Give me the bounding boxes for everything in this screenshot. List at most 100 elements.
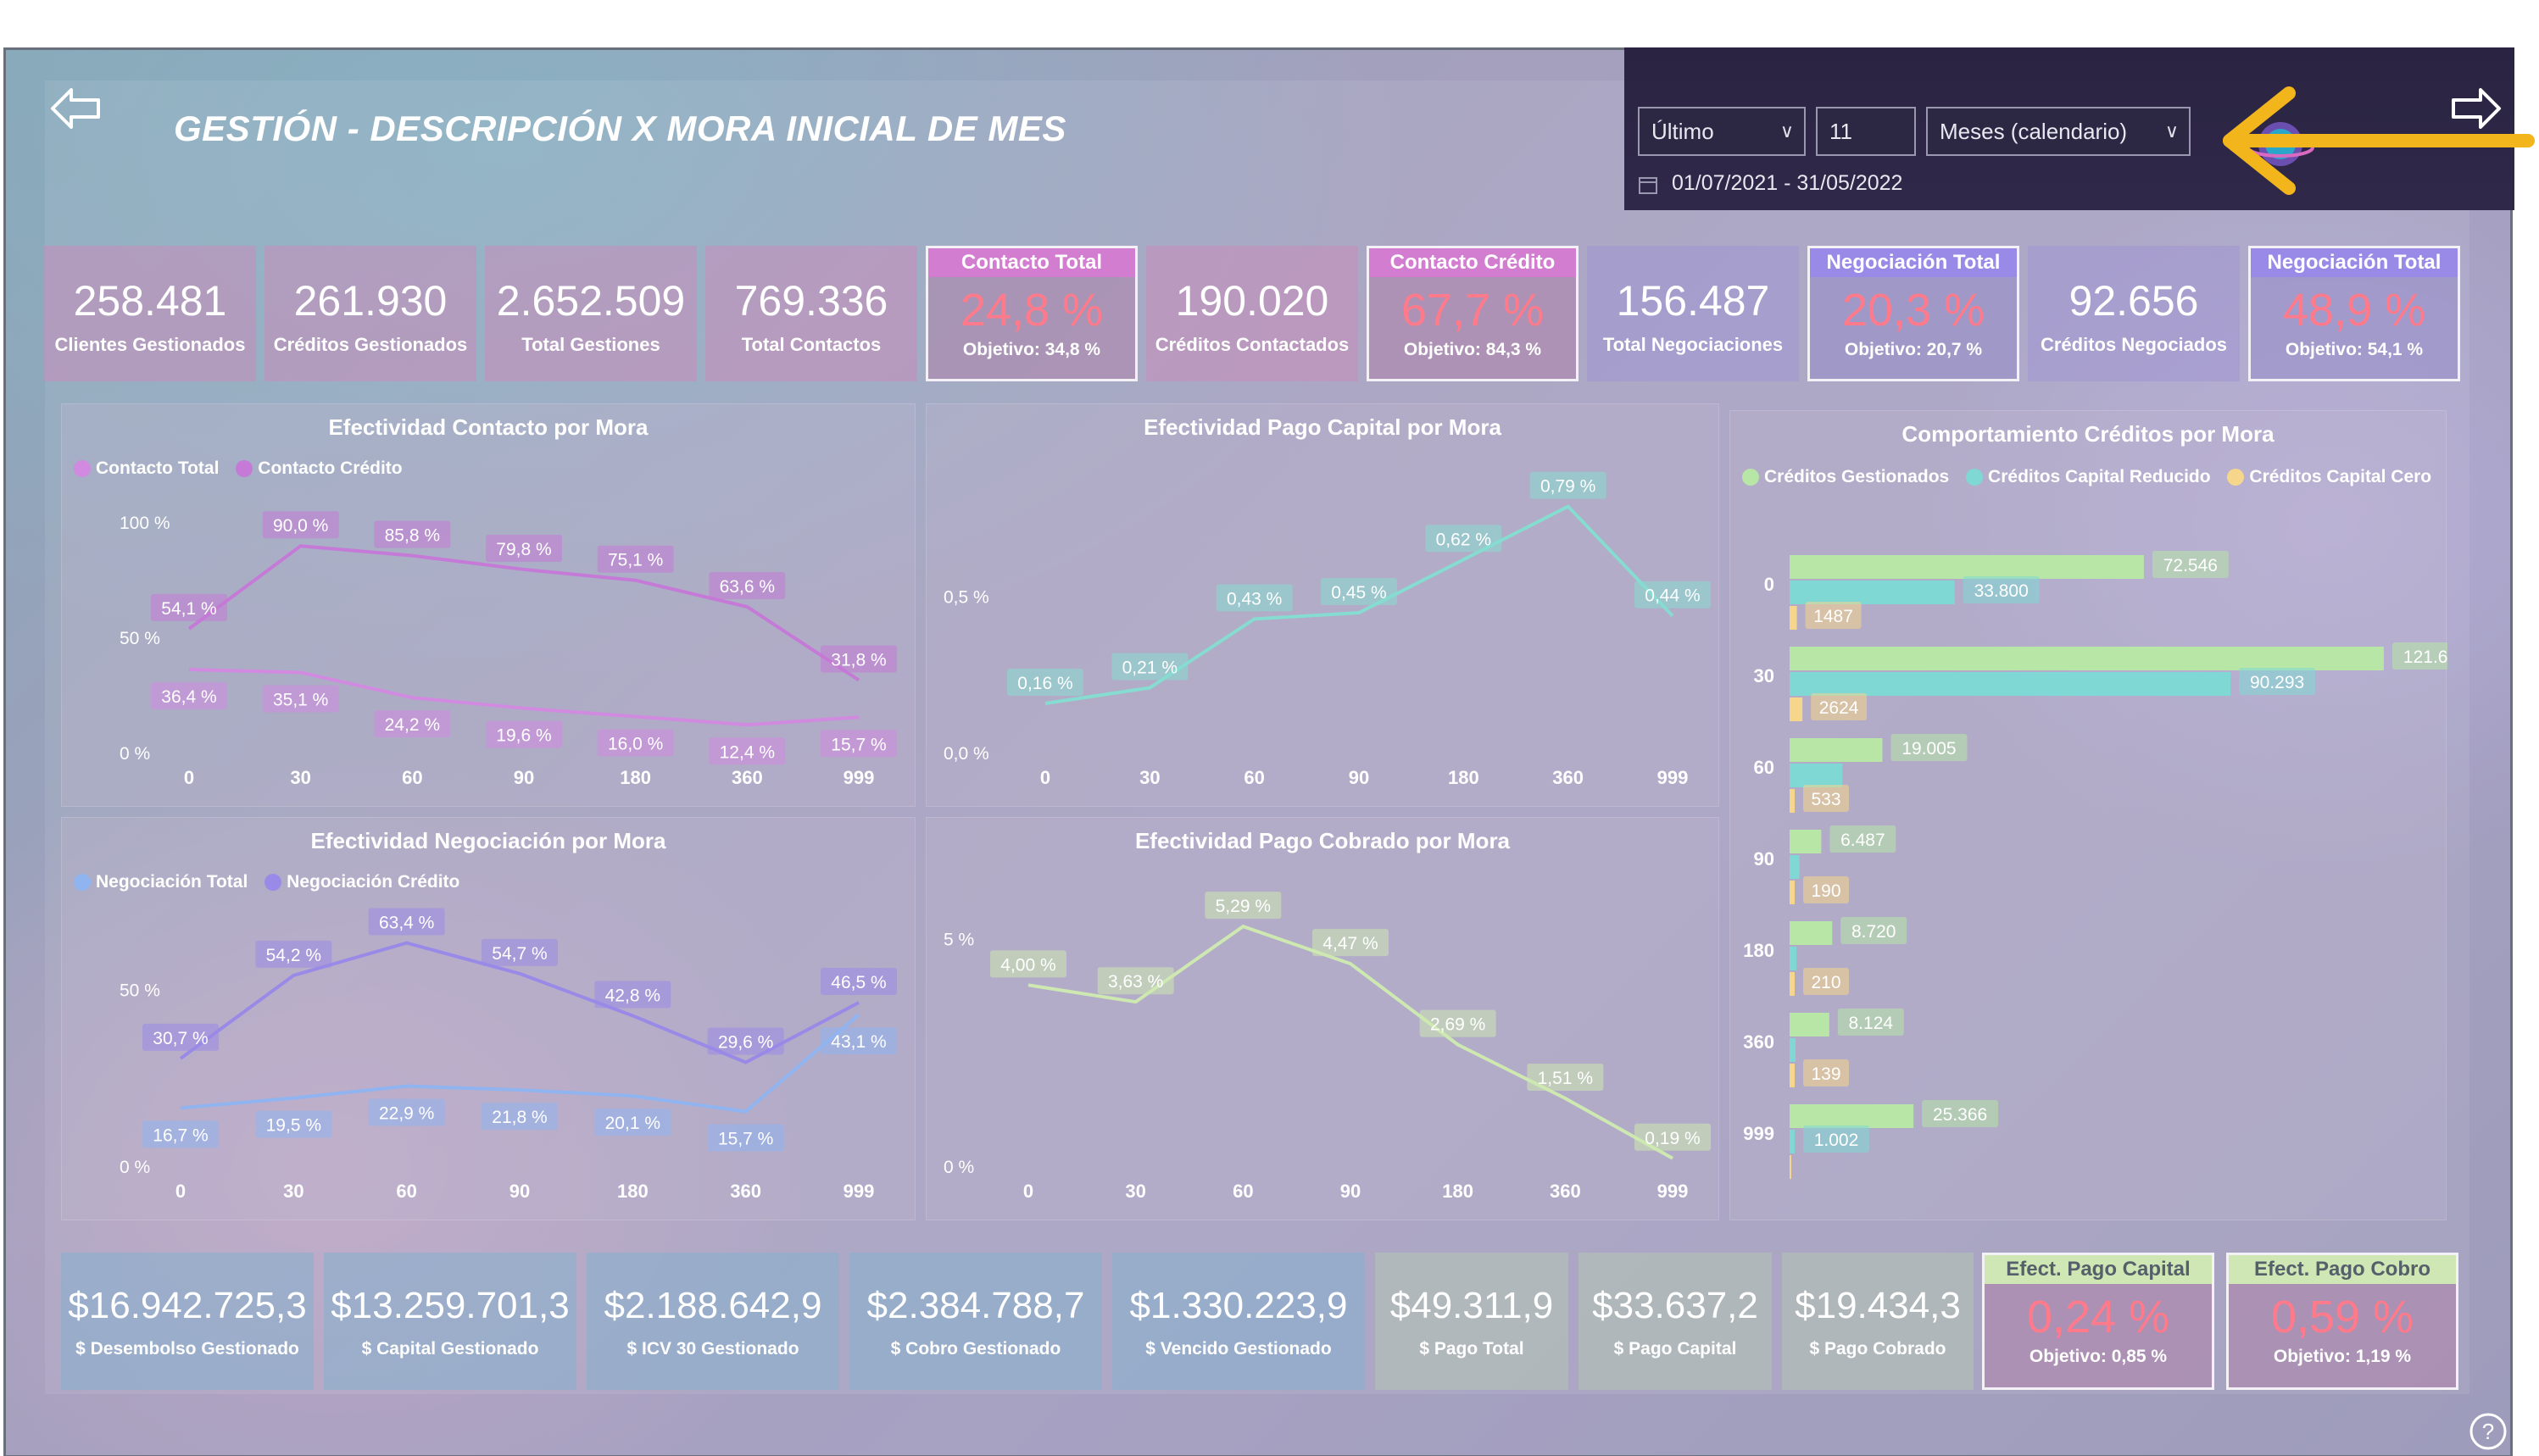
data-label: 24,2 % bbox=[385, 715, 440, 735]
kpi-contacto-credito-objective: Contacto Crédito 67,7 % Objetivo: 84,3 % bbox=[1367, 246, 1579, 381]
data-label: 0,21 % bbox=[1122, 659, 1178, 678]
data-label: 0,62 % bbox=[1436, 530, 1491, 549]
x-tick-label: 360 bbox=[1552, 767, 1584, 788]
period-count-input[interactable]: 11 bbox=[1816, 107, 1916, 156]
kpi-objective: Objetivo: 1,19 % bbox=[2273, 1347, 2412, 1366]
x-tick-label: 60 bbox=[1233, 1181, 1253, 1202]
chart-negociacion-panel: Efectividad Negociación por Mora Negocia… bbox=[61, 817, 916, 1220]
y-tick-label: 0 % bbox=[944, 1158, 974, 1177]
data-label: 1487 bbox=[1813, 607, 1853, 626]
x-tick-label: 180 bbox=[1442, 1181, 1473, 1202]
kpi-value: $16.942.725,3 bbox=[68, 1285, 307, 1326]
data-label: 25.366 bbox=[1933, 1105, 1987, 1125]
data-label: 2624 bbox=[1819, 698, 1859, 718]
data-label: 0,44 % bbox=[1645, 586, 1700, 606]
data-label: 30,7 % bbox=[153, 1029, 208, 1048]
kpi-desembolso-gestionado: $16.942.725,3 $ Desembolso Gestionado bbox=[61, 1253, 314, 1390]
period-unit-dropdown[interactable]: Meses (calendario) ∨ bbox=[1926, 107, 2191, 156]
bar bbox=[1790, 830, 1822, 853]
kpi-value: 156.487 bbox=[1616, 277, 1770, 325]
x-tick-label: 0 bbox=[184, 767, 194, 788]
kpi-value: 2.652.509 bbox=[496, 277, 686, 325]
data-label: 72.546 bbox=[2163, 556, 2218, 575]
y-tick-label: 999 bbox=[1743, 1123, 1774, 1144]
data-label: 36,4 % bbox=[161, 687, 216, 707]
data-label: 33.800 bbox=[1974, 581, 2029, 601]
period-mode-dropdown[interactable]: Último ∨ bbox=[1638, 107, 1806, 156]
data-label: 85,8 % bbox=[385, 526, 440, 546]
back-arrow-icon[interactable] bbox=[49, 85, 102, 132]
data-label: 54,7 % bbox=[492, 944, 547, 964]
y-tick-label: 0 % bbox=[120, 744, 150, 764]
kpi-objective: Objetivo: 34,8 % bbox=[962, 340, 1101, 359]
pago-cobrado-line-chart[interactable]: 5 % 0 % 0 30 60 90 180 360 999 4,00 % 3,63 % 5,29 %… bbox=[927, 818, 1720, 1221]
data-label: 8.124 bbox=[1849, 1014, 1894, 1033]
series-line bbox=[187, 544, 860, 682]
kpi-pago-total: $49.311,9 $ Pago Total bbox=[1375, 1253, 1568, 1390]
data-label: 0,45 % bbox=[1331, 583, 1386, 603]
data-label: 190 bbox=[1811, 881, 1840, 901]
x-tick-label: 30 bbox=[290, 767, 310, 788]
data-label: 29,6 % bbox=[718, 1033, 773, 1053]
bar bbox=[1790, 881, 1795, 904]
data-label: 15,7 % bbox=[831, 735, 886, 754]
data-label: 46,5 % bbox=[831, 973, 886, 992]
x-tick-label: 180 bbox=[617, 1181, 649, 1202]
x-tick-label: 90 bbox=[1349, 767, 1369, 788]
kpi-label: Total Gestiones bbox=[521, 334, 660, 355]
chevron-down-icon: ∨ bbox=[2164, 120, 2179, 142]
kpi-value: 190.020 bbox=[1175, 277, 1329, 325]
data-label: 19,6 % bbox=[496, 726, 551, 746]
data-label: 1,51 % bbox=[1538, 1069, 1593, 1088]
forward-arrow-icon[interactable] bbox=[2450, 85, 2503, 132]
kpi-value: 769.336 bbox=[734, 277, 888, 325]
kpi-header: Contacto Crédito bbox=[1369, 248, 1576, 277]
data-label: 42,8 % bbox=[605, 986, 660, 1005]
kpi-value: $2.384.788,7 bbox=[866, 1285, 1085, 1326]
y-tick-label: 360 bbox=[1743, 1031, 1774, 1053]
bar bbox=[1790, 606, 1797, 630]
x-tick-label: 30 bbox=[1125, 1181, 1145, 1202]
kpi-value: 258.481 bbox=[73, 277, 227, 325]
y-tick-label: 100 % bbox=[120, 514, 170, 533]
bar bbox=[1790, 972, 1795, 996]
data-label: 0,79 % bbox=[1540, 477, 1595, 497]
kpi-value: $19.434,3 bbox=[1795, 1285, 1961, 1326]
kpi-header: Contacto Total bbox=[928, 248, 1135, 277]
x-tick-label: 0 bbox=[1040, 767, 1050, 788]
kpi-cobro-gestionado: $2.384.788,7 $ Cobro Gestionado bbox=[849, 1253, 1102, 1390]
kpi-capital-gestionado: $13.259.701,3 $ Capital Gestionado bbox=[324, 1253, 576, 1390]
kpi-creditos-contactados: 190.020 Créditos Contactados bbox=[1146, 246, 1358, 381]
kpi-header: Efect. Pago Cobro bbox=[2229, 1255, 2456, 1284]
x-tick-label: 360 bbox=[732, 767, 763, 788]
negociacion-line-chart[interactable]: 50 % 0 % 0 30 60 90 180 360 999 16,7 % 19,5 % 22,9 … bbox=[62, 818, 916, 1221]
data-label: 43,1 % bbox=[831, 1032, 886, 1052]
kpi-contacto-total-objective: Contacto Total 24,8 % Objetivo: 34,8 % bbox=[926, 246, 1138, 381]
help-icon[interactable]: ? bbox=[2469, 1412, 2508, 1451]
bar bbox=[1790, 672, 2231, 696]
bar bbox=[1790, 764, 1843, 787]
kpi-negociacion-total-objective: Negociación Total 20,3 % Objetivo: 20,7 … bbox=[1807, 246, 2019, 381]
x-tick-label: 999 bbox=[844, 767, 875, 788]
x-tick-label: 0 bbox=[1023, 1181, 1033, 1202]
y-tick-label: 50 % bbox=[120, 981, 160, 1000]
data-label: 90,0 % bbox=[273, 516, 328, 536]
data-label: 79,8 % bbox=[496, 540, 551, 559]
kpi-value: $1.330.223,9 bbox=[1129, 1285, 1348, 1326]
x-tick-label: 180 bbox=[620, 767, 651, 788]
x-tick-label: 999 bbox=[1657, 1181, 1689, 1202]
contacto-line-chart[interactable]: 100 % 50 % 0 % 0 30 60 90 180 360 999 36,4 % 35,1 %… bbox=[62, 404, 916, 808]
y-tick-label: 50 % bbox=[120, 629, 160, 648]
kpi-header: Negociación Total bbox=[2251, 248, 2458, 277]
pago-capital-line-chart[interactable]: 0,5 % 0,0 % 0 30 60 90 180 360 999 0,16 % 0,21 % 0,… bbox=[927, 404, 1720, 808]
data-label: 533 bbox=[1811, 790, 1840, 809]
kpi-efect-pago-capital-objective: Efect. Pago Capital 0,24 % Objetivo: 0,8… bbox=[1982, 1253, 2214, 1390]
kpi-creditos-negociados: 92.656 Créditos Negociados bbox=[2028, 246, 2240, 381]
data-label: 5,29 % bbox=[1216, 897, 1271, 916]
data-label: 16,0 % bbox=[608, 734, 663, 753]
kpi-total-contactos: 769.336 Total Contactos bbox=[705, 246, 917, 381]
creditos-bar-chart[interactable]: 0 72.546 33.800 1487 30 121.682 90.293 2624 60 19… bbox=[1730, 411, 2447, 1221]
x-tick-label: 30 bbox=[283, 1181, 303, 1202]
y-tick-label: 5 % bbox=[944, 931, 974, 950]
kpi-percent: 24,8 % bbox=[960, 285, 1104, 336]
